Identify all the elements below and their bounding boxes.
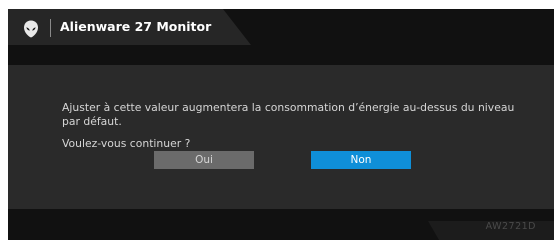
model-number: AW2721D [485, 221, 536, 232]
osd-window: Alienware 27 Monitor Ajuster à cette val… [8, 9, 554, 240]
footer-tab-shape [428, 221, 554, 240]
